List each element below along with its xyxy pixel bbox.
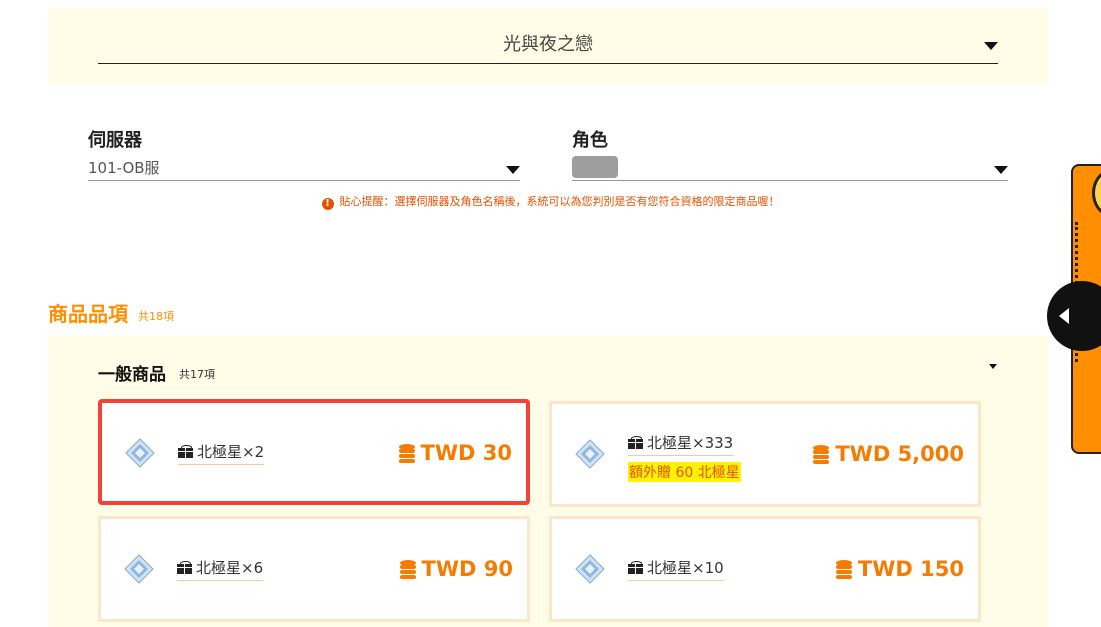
- section-title: 商品品項: [48, 302, 128, 326]
- section-count: 共18項: [138, 310, 174, 323]
- character-underline: [572, 180, 1008, 181]
- server-field[interactable]: 伺服器 101-OB服: [88, 126, 520, 182]
- group-count: 共17項: [179, 368, 215, 381]
- product-name: 北極星×2: [178, 441, 265, 465]
- coin-stack-icon: [399, 560, 416, 579]
- product-bonus: 額外贈 60 北極星: [628, 462, 741, 482]
- product-price: TWD 5,000: [812, 442, 964, 466]
- product-name-text: 北極星×6: [196, 559, 264, 577]
- polaris-gem-icon: [125, 438, 155, 468]
- caret-down-icon[interactable]: [984, 42, 998, 50]
- polaris-gem-icon: [575, 554, 605, 584]
- caret-down-icon[interactable]: [506, 166, 520, 174]
- selection-notice: ! 貼心提醒：選擇伺服器及角色名稱後，系統可以為您判別是否有您符合資格的限定商品喔…: [0, 193, 1101, 210]
- product-card[interactable]: 北極星×333 額外贈 60 北極星 TWD 5,000: [549, 401, 981, 507]
- product-price-text: TWD 90: [421, 557, 513, 581]
- product-name-text: 北極星×10: [647, 559, 724, 577]
- game-selector-panel: 光與夜之戀: [48, 8, 1048, 84]
- notice-text: 貼心提醒：選擇伺服器及角色名稱後，系統可以為您判別是否有您符合資格的限定商品喔！: [339, 195, 780, 208]
- product-price-text: TWD 30: [420, 441, 512, 465]
- coin-stack-icon: [398, 444, 415, 463]
- product-price: TWD 150: [835, 557, 964, 581]
- product-name: 北極星×6: [177, 557, 264, 581]
- game-select[interactable]: 光與夜之戀: [98, 26, 998, 64]
- product-name: 北極星×10: [628, 557, 724, 581]
- polaris-gem-icon: [575, 439, 605, 469]
- product-price-text: TWD 5,000: [835, 442, 964, 466]
- product-price: TWD 90: [399, 557, 513, 581]
- product-price: TWD 30: [398, 441, 512, 465]
- product-card[interactable]: 北極星×6 TWD 90: [98, 516, 530, 622]
- server-value: 101-OB服: [88, 159, 160, 177]
- character-field[interactable]: 角色: [572, 126, 1008, 182]
- coin-stack-icon: [813, 445, 830, 464]
- product-name: 北極星×333: [628, 432, 734, 456]
- product-card[interactable]: 北極星×2 TWD 30: [98, 399, 530, 505]
- gift-icon: [178, 445, 193, 458]
- game-select-value: 光與夜之戀: [503, 34, 593, 55]
- gift-icon: [177, 561, 192, 574]
- group-title: 一般商品: [98, 365, 166, 385]
- gift-icon: [628, 436, 643, 449]
- caret-down-icon[interactable]: [994, 166, 1008, 174]
- product-price-text: TWD 150: [857, 557, 964, 581]
- server-underline: [88, 180, 520, 181]
- character-label: 角色: [572, 130, 608, 151]
- product-card[interactable]: 北極星×10 TWD 150: [549, 516, 981, 622]
- expand-arrow-button[interactable]: [1047, 281, 1101, 351]
- caret-down-icon[interactable]: [989, 364, 997, 369]
- character-value-placeholder: [572, 156, 618, 178]
- product-name-text: 北極星×333: [647, 434, 734, 452]
- polaris-gem-icon: [124, 554, 154, 584]
- alert-icon: !: [321, 198, 334, 210]
- product-name-text: 北極星×2: [197, 443, 265, 461]
- server-label: 伺服器: [88, 130, 142, 151]
- coin-stack-icon: [835, 560, 852, 579]
- gift-icon: [628, 561, 643, 574]
